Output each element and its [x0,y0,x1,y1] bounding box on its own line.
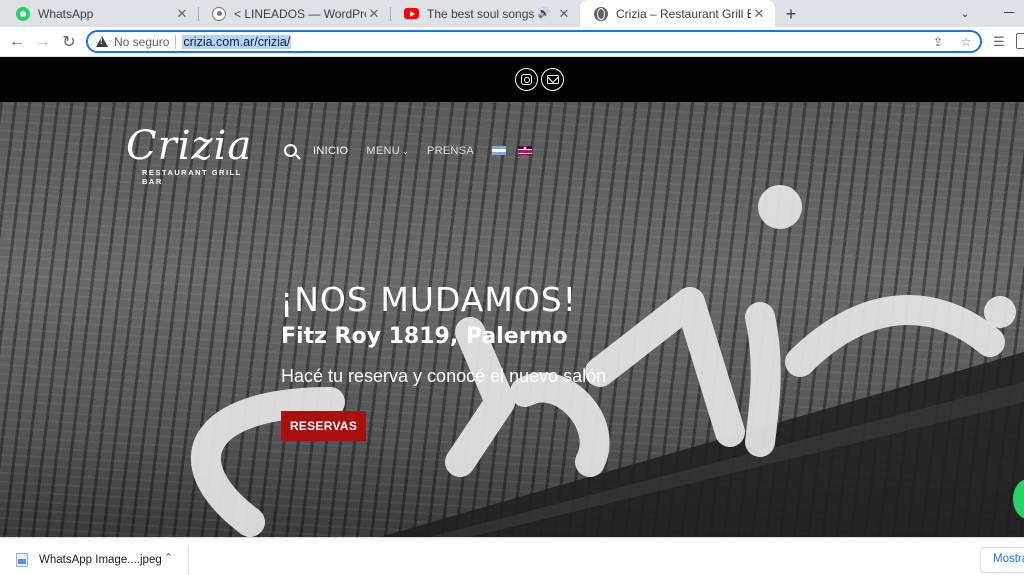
close-icon[interactable]: ✕ [174,6,190,22]
reading-list-icon[interactable]: ☰ [989,32,1009,52]
tab-strip: WhatsApp ✕ < LINEADOS — WordPress ✕ The … [0,0,1024,27]
web-page: Crizia RESTAURANT GRILL BAR INICIO MENU ⌄… [0,57,1024,537]
reload-icon[interactable]: ↻ [59,32,79,52]
share-icon[interactable]: ⇪ [930,34,946,50]
wordpress-icon [212,6,226,21]
security-label[interactable]: No seguro [114,35,169,49]
side-panel-icon[interactable] [1016,33,1024,49]
show-all-button[interactable]: Mostrar todo [980,547,1024,573]
tab-title: < LINEADOS — WordPress [234,6,366,21]
envelope-glyph [546,75,559,84]
email-icon[interactable] [541,68,564,91]
hero-subtext: Hacé tu reserva y conocé el nuevo salón [281,366,607,386]
chevron-up-icon[interactable]: ⌃ [164,551,173,564]
menu-item-inicio[interactable]: INICIO [313,145,348,157]
menu-item-label: MENU [366,144,401,157]
omnibox-divider [175,34,177,49]
logo-subtitle: RESTAURANT GRILL BAR [142,168,242,186]
close-icon[interactable]: ✕ [366,6,382,22]
forward-icon[interactable]: → [33,32,53,52]
tab-wordpress[interactable]: < LINEADOS — WordPress ✕ [198,0,390,27]
search-icon[interactable] [284,144,297,157]
site-logo[interactable]: Crizia RESTAURANT GRILL BAR [126,124,256,186]
hero-banner: Crizia RESTAURANT GRILL BAR INICIO MENU ⌄… [0,102,1024,537]
tab-title: The best soul songs - Top hit [427,6,538,21]
download-file-name[interactable]: WhatsApp Image....jpeg [39,554,162,566]
browser-toolbar: ← → ↻ No seguro crizia.com.ar/crizia/ ⇪ … [0,27,1024,57]
main-menu: INICIO MENU ⌄ PRENSA [284,144,544,157]
tab-title: Crizia – Restaurant Grill Bar [616,6,751,21]
chevron-down-icon[interactable]: ⌄ [956,4,974,22]
star-icon[interactable]: ☆ [958,34,974,50]
back-icon[interactable]: ← [7,32,27,52]
hero-address: Fitz Roy 1819, Palermo [281,324,568,349]
whatsapp-icon [16,6,30,21]
social-bar [0,57,1024,102]
hero-headline: ¡NOS MUDAMOS! [280,280,577,319]
menu-item-menu[interactable]: MENU ⌄ [366,145,409,157]
tab-youtube[interactable]: The best soul songs - Top hit 🔊 ✕ [390,0,580,27]
globe-icon [594,6,608,21]
address-bar[interactable]: No seguro crizia.com.ar/crizia/ ⇪ ☆ [86,30,982,53]
flag-uk-icon[interactable] [518,146,533,155]
youtube-icon [404,8,419,19]
download-bar: WhatsApp Image....jpeg ⌃ Mostrar todo [0,537,1024,575]
tab-whatsapp[interactable]: WhatsApp ✕ [2,0,198,27]
image-file-icon[interactable] [16,553,28,567]
flag-argentina-icon[interactable] [492,146,507,155]
logo-text: Crizia [126,123,253,169]
tab-title: WhatsApp [38,6,94,21]
close-icon[interactable]: ✕ [556,6,572,22]
warning-icon[interactable] [96,36,108,47]
instagram-icon[interactable] [515,68,538,91]
new-tab-button[interactable]: + [781,4,801,24]
minimize-icon[interactable] [1004,12,1014,13]
url-text[interactable]: crizia.com.ar/crizia/ [182,34,292,49]
speaker-icon[interactable]: 🔊 [538,8,550,19]
reservas-button[interactable]: RESERVAS [281,411,366,441]
chevron-down-icon: ⌄ [402,146,410,156]
download-divider [188,546,189,575]
menu-item-prensa[interactable]: PRENSA [427,145,474,157]
instagram-glyph [521,74,532,85]
close-icon[interactable]: ✕ [751,6,767,22]
tab-crizia[interactable]: Crizia – Restaurant Grill Bar ✕ [580,0,775,27]
